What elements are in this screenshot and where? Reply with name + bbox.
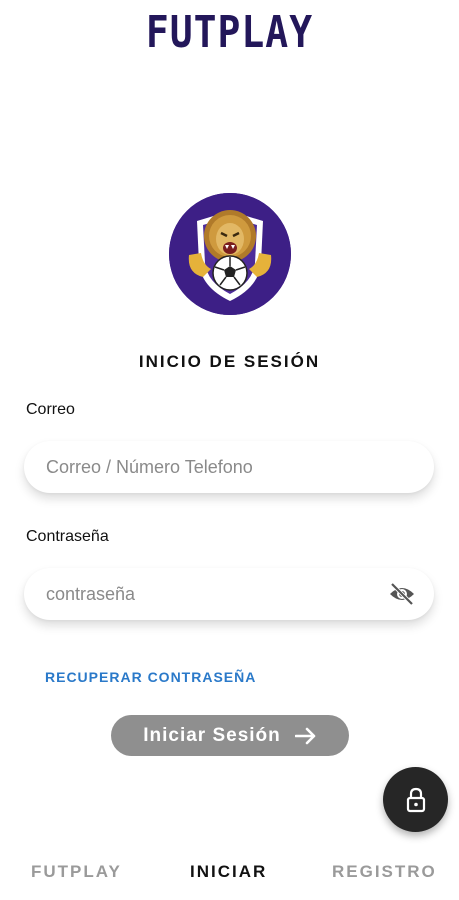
visibility-off-icon[interactable]	[388, 582, 416, 606]
arrow-right-icon	[294, 727, 316, 744]
page-title: INICIO DE SESIÓN	[138, 352, 321, 371]
lock-icon	[406, 787, 425, 812]
login-button-label: Iniciar Sesión	[143, 724, 281, 746]
login-button[interactable]: Iniciar Sesión	[111, 715, 349, 756]
app-brand-title: FUTPLAY	[145, 6, 314, 58]
email-label: Correo	[26, 401, 75, 418]
lion-crest-icon	[169, 193, 291, 315]
nav-item-iniciar[interactable]: INICIAR	[190, 862, 267, 882]
email-field[interactable]	[44, 455, 378, 479]
password-field[interactable]	[44, 582, 378, 606]
nav-item-registro[interactable]: REGISTRO	[332, 862, 437, 882]
lock-button[interactable]	[383, 767, 448, 832]
nav-item-futplay[interactable]: FUTPLAY	[31, 862, 122, 882]
password-field-container[interactable]	[24, 568, 434, 620]
email-field-container[interactable]	[24, 441, 434, 493]
team-logo	[169, 193, 291, 315]
recover-password-link[interactable]: RECUPERAR CONTRASEÑA	[45, 669, 256, 685]
bottom-navigation: FUTPLAY INICIAR REGISTRO	[0, 862, 459, 884]
password-label: Contraseña	[26, 528, 109, 545]
